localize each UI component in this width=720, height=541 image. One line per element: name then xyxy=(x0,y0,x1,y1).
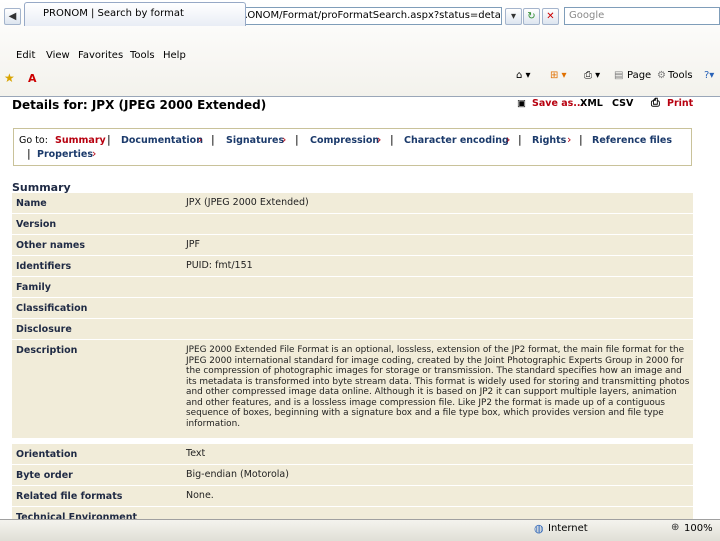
row-value: JPF xyxy=(186,239,200,250)
menu-bar: Edit View Favorites Tools Help xyxy=(0,50,720,64)
table-row: Orientation Text xyxy=(12,444,693,465)
row-value: None. xyxy=(186,490,214,501)
search-input[interactable]: Google xyxy=(564,7,720,25)
page-title: Details for: JPX (JPEG 2000 Extended) xyxy=(12,98,267,112)
table-row: Disclosure xyxy=(12,319,693,340)
home-button[interactable]: ⌂ ▾ xyxy=(516,70,531,81)
nav-arrow-icon: › xyxy=(506,133,511,146)
print-toolbar-button[interactable]: ⎙ ▾ xyxy=(584,70,600,81)
row-value: Text xyxy=(186,448,206,459)
search-placeholder: Google xyxy=(569,10,605,21)
row-label: Version xyxy=(16,219,57,230)
table-row: Description JPEG 2000 Extended File Form… xyxy=(12,340,693,439)
help-icon[interactable]: ?▾ xyxy=(704,70,714,81)
page-menu-button[interactable]: Page xyxy=(627,70,651,81)
nav-properties[interactable]: Properties xyxy=(37,149,93,160)
nav-separator: | xyxy=(107,133,111,146)
tab-row xyxy=(0,66,720,94)
row-label: Classification xyxy=(16,303,88,314)
nav-separator: | xyxy=(579,133,583,146)
goto-label: Go to: xyxy=(19,135,48,146)
menu-favorites[interactable]: Favorites xyxy=(78,50,123,61)
table-row: Related file formats None. xyxy=(12,486,693,507)
table-row: Classification xyxy=(12,298,693,319)
nav-summary[interactable]: Summary xyxy=(55,135,106,146)
nav-arrow-icon: › xyxy=(567,133,572,146)
row-label: Identifiers xyxy=(16,261,72,272)
tools-menu-button[interactable]: Tools xyxy=(668,70,693,81)
row-value: Big-endian (Motorola) xyxy=(186,469,289,480)
nav-separator: | xyxy=(390,133,394,146)
table-row: Other names JPF xyxy=(12,235,693,256)
stop-button[interactable]: ✕ xyxy=(542,8,559,25)
menu-tools[interactable]: Tools xyxy=(130,50,155,61)
nav-rights[interactable]: Rights xyxy=(532,135,566,146)
row-label: Description xyxy=(16,345,78,356)
goto-navigation xyxy=(13,128,692,166)
table-row: Version xyxy=(12,214,693,235)
refresh-button[interactable]: ↻ xyxy=(523,8,540,25)
nav-arrow-icon: › xyxy=(282,133,287,146)
printer-icon: ⎙ xyxy=(651,96,660,109)
refresh-icon: ↻ xyxy=(527,11,536,22)
row-value: JPEG 2000 Extended File Format is an opt… xyxy=(186,345,690,429)
nav-arrow-icon: › xyxy=(198,133,203,146)
save-icon: ▣ xyxy=(517,98,526,109)
zoom-level[interactable]: 100% xyxy=(684,523,713,534)
address-dropdown-button[interactable]: ▾ xyxy=(505,8,522,25)
print-link[interactable]: Print xyxy=(667,98,693,109)
nav-separator: | xyxy=(295,133,299,146)
menu-edit[interactable]: Edit xyxy=(16,50,35,61)
chevron-down-icon: ▾ xyxy=(510,11,517,22)
table-row: Identifiers PUID: fmt/151 xyxy=(12,256,693,277)
zoom-icon: ⊕ xyxy=(671,522,680,533)
tab-pronom[interactable]: PRONOM | Search by format xyxy=(24,2,246,26)
nav-separator: | xyxy=(518,133,522,146)
row-label: Other names xyxy=(16,240,85,251)
nav-compression[interactable]: Compression xyxy=(310,135,379,146)
row-value: PUID: fmt/151 xyxy=(186,260,253,271)
nav-documentation[interactable]: Documentation xyxy=(121,135,203,146)
nav-reference-files[interactable]: Reference files xyxy=(592,135,672,146)
row-label: Orientation xyxy=(16,449,78,460)
row-label: Disclosure xyxy=(16,324,72,335)
row-label: Name xyxy=(16,198,47,209)
tools-gear-icon: ⚙ xyxy=(657,70,666,81)
nav-separator: | xyxy=(27,147,31,160)
menu-view[interactable]: View xyxy=(46,50,70,61)
feeds-button[interactable]: ⊞ ▾ xyxy=(550,70,567,81)
menu-help[interactable]: Help xyxy=(163,50,186,61)
row-label: Family xyxy=(16,282,51,293)
tab-favicon-icon: A xyxy=(28,72,37,85)
favorites-star-icon[interactable]: ★ xyxy=(4,71,15,85)
save-as-link[interactable]: Save as... xyxy=(532,98,584,109)
nav-arrow-icon: › xyxy=(377,133,382,146)
csv-link[interactable]: CSV xyxy=(612,98,633,109)
tab-title: PRONOM | Search by format xyxy=(43,8,184,19)
nav-arrow-icon: › xyxy=(92,147,97,160)
row-label: Byte order xyxy=(16,470,73,481)
stop-icon: ✕ xyxy=(546,11,555,22)
nav-signatures[interactable]: Signatures xyxy=(226,135,284,146)
nav-separator: | xyxy=(211,133,215,146)
row-value: JPX (JPEG 2000 Extended) xyxy=(186,197,309,208)
xml-link[interactable]: XML xyxy=(580,98,603,109)
back-icon: ◀ xyxy=(8,11,17,22)
nav-character-encoding[interactable]: Character encoding xyxy=(404,135,509,146)
page-doc-icon: ▤ xyxy=(614,70,624,81)
table-row: Family xyxy=(12,277,693,298)
status-bar xyxy=(0,519,720,541)
back-button[interactable]: ◀ xyxy=(4,8,21,25)
security-zone-label: Internet xyxy=(548,523,588,534)
table-row: Name JPX (JPEG 2000 Extended) xyxy=(12,193,693,214)
globe-icon: ◍ xyxy=(534,522,544,535)
row-label: Related file formats xyxy=(16,491,123,502)
table-row: Byte order Big-endian (Motorola) xyxy=(12,465,693,486)
